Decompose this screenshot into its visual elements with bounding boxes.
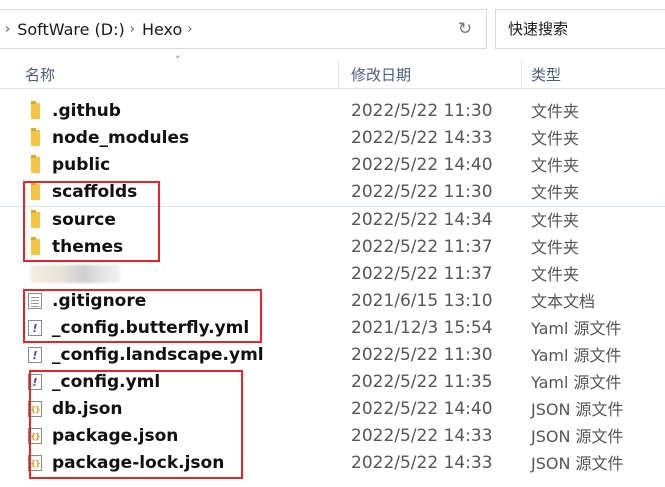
file-type: Yaml 源文件 bbox=[531, 346, 622, 365]
file-row[interactable]: scaffolds 2022/5/22 11:30 文件夹 bbox=[0, 179, 665, 207]
json-file-icon: {} bbox=[28, 428, 42, 444]
yaml-file-icon: ! bbox=[28, 347, 42, 363]
column-divider[interactable] bbox=[338, 60, 339, 88]
file-date: 2022/5/22 11:35 bbox=[351, 372, 493, 392]
file-date: 2022/5/22 11:37 bbox=[351, 264, 493, 284]
folder-icon bbox=[31, 128, 40, 146]
folder-icon bbox=[31, 237, 40, 255]
file-type: 文件夹 bbox=[531, 238, 580, 257]
breadcrumb-folder[interactable]: Hexo bbox=[142, 20, 182, 39]
folder-icon bbox=[31, 101, 40, 119]
file-name: _config.yml bbox=[52, 372, 161, 392]
json-file-icon: {} bbox=[28, 455, 42, 471]
file-date: 2022/5/22 14:33 bbox=[351, 128, 493, 148]
file-type: 文件夹 bbox=[531, 102, 580, 121]
file-name: public bbox=[52, 155, 111, 175]
file-name: package.json bbox=[52, 426, 179, 446]
file-name: scaffolds bbox=[52, 182, 138, 202]
file-type: 文件夹 bbox=[531, 211, 580, 230]
refresh-icon[interactable]: ↻ bbox=[456, 19, 474, 39]
file-row[interactable]: themes 2022/5/22 11:37 文件夹 bbox=[0, 234, 665, 261]
file-date: 2022/5/22 11:37 bbox=[351, 237, 493, 257]
folder-icon bbox=[31, 182, 40, 200]
file-date: 2022/5/22 14:33 bbox=[351, 453, 493, 473]
file-name: _config.butterfly.yml bbox=[52, 318, 250, 338]
search-box[interactable] bbox=[495, 9, 665, 49]
file-type: 文件夹 bbox=[531, 183, 580, 202]
file-row[interactable]: 2022/5/22 11:37 文件夹 bbox=[0, 261, 665, 288]
file-row[interactable]: ! _config.butterfly.yml 2021/12/3 15:54 … bbox=[0, 315, 665, 342]
file-date: 2022/5/22 11:30 bbox=[351, 345, 493, 365]
json-file-icon: {} bbox=[28, 401, 42, 417]
file-name: node_modules bbox=[52, 128, 190, 148]
file-row[interactable]: source 2022/5/22 14:34 文件夹 bbox=[0, 207, 665, 234]
column-header-name[interactable]: 名称 bbox=[25, 60, 55, 88]
file-type: JSON 源文件 bbox=[531, 454, 624, 473]
file-name: package-lock.json bbox=[52, 453, 225, 473]
file-date: 2022/5/22 14:40 bbox=[351, 399, 493, 419]
column-header-type[interactable]: 类型 bbox=[531, 60, 561, 88]
file-date: 2022/5/22 11:30 bbox=[351, 101, 493, 121]
file-type: 文件夹 bbox=[531, 156, 580, 175]
chevron-right-icon[interactable]: › bbox=[130, 22, 135, 37]
folder-icon bbox=[31, 210, 40, 228]
yaml-file-icon: ! bbox=[28, 374, 42, 390]
file-date: 2022/5/22 14:34 bbox=[351, 210, 493, 230]
chevron-right-icon[interactable]: › bbox=[5, 22, 10, 37]
file-row[interactable]: .github 2022/5/22 11:30 文件夹 bbox=[0, 98, 665, 125]
file-type: JSON 源文件 bbox=[531, 400, 624, 419]
sort-ascending-icon: ˄ bbox=[175, 54, 181, 67]
file-name: _config.landscape.yml bbox=[52, 345, 264, 365]
file-date: 2022/5/22 14:40 bbox=[351, 155, 493, 175]
blurred-icon bbox=[30, 265, 120, 283]
file-row[interactable]: {} package.json 2022/5/22 14:33 JSON 源文件 bbox=[0, 423, 665, 450]
file-type: 文本文档 bbox=[531, 292, 596, 311]
file-type: 文件夹 bbox=[531, 265, 580, 284]
chevron-right-icon[interactable]: › bbox=[187, 22, 192, 37]
file-row[interactable]: node_modules 2022/5/22 14:33 文件夹 bbox=[0, 125, 665, 152]
file-list: .github 2022/5/22 11:30 文件夹 node_modules… bbox=[0, 98, 665, 477]
yaml-file-icon: ! bbox=[28, 320, 42, 336]
file-name: db.json bbox=[52, 399, 123, 419]
file-row[interactable]: .gitignore 2021/6/15 13:10 文本文档 bbox=[0, 288, 665, 315]
text-file-icon bbox=[28, 293, 42, 309]
file-date: 2021/12/3 15:54 bbox=[351, 318, 493, 338]
file-name: .github bbox=[52, 101, 121, 121]
file-row[interactable]: {} package-lock.json 2022/5/22 14:33 JSO… bbox=[0, 450, 665, 477]
breadcrumb-drive[interactable]: SoftWare (D:) bbox=[17, 20, 125, 39]
search-input[interactable] bbox=[506, 19, 660, 39]
file-row[interactable]: ! _config.yml 2022/5/22 11:35 Yaml 源文件 bbox=[0, 369, 665, 396]
file-name: .gitignore bbox=[52, 291, 147, 311]
column-divider[interactable] bbox=[521, 60, 522, 88]
file-type: Yaml 源文件 bbox=[531, 319, 622, 338]
folder-icon bbox=[31, 155, 40, 173]
file-type: 文件夹 bbox=[531, 129, 580, 148]
column-header: ˄ 名称 修改日期 类型 bbox=[0, 54, 665, 89]
file-row[interactable]: ! _config.landscape.yml 2022/5/22 11:30 … bbox=[0, 342, 665, 369]
file-date: 2022/5/22 14:33 bbox=[351, 426, 493, 446]
file-name: themes bbox=[52, 237, 124, 257]
file-type: Yaml 源文件 bbox=[531, 373, 622, 392]
file-date: 2022/5/22 11:30 bbox=[351, 182, 493, 202]
file-row[interactable]: public 2022/5/22 14:40 文件夹 bbox=[0, 152, 665, 179]
column-header-date[interactable]: 修改日期 bbox=[351, 60, 411, 88]
file-name: source bbox=[52, 210, 116, 230]
address-bar[interactable]: › SoftWare (D:) › Hexo › ↻ bbox=[0, 9, 487, 49]
file-date: 2021/6/15 13:10 bbox=[351, 291, 493, 311]
file-row[interactable]: {} db.json 2022/5/22 14:40 JSON 源文件 bbox=[0, 396, 665, 423]
file-type: JSON 源文件 bbox=[531, 427, 624, 446]
